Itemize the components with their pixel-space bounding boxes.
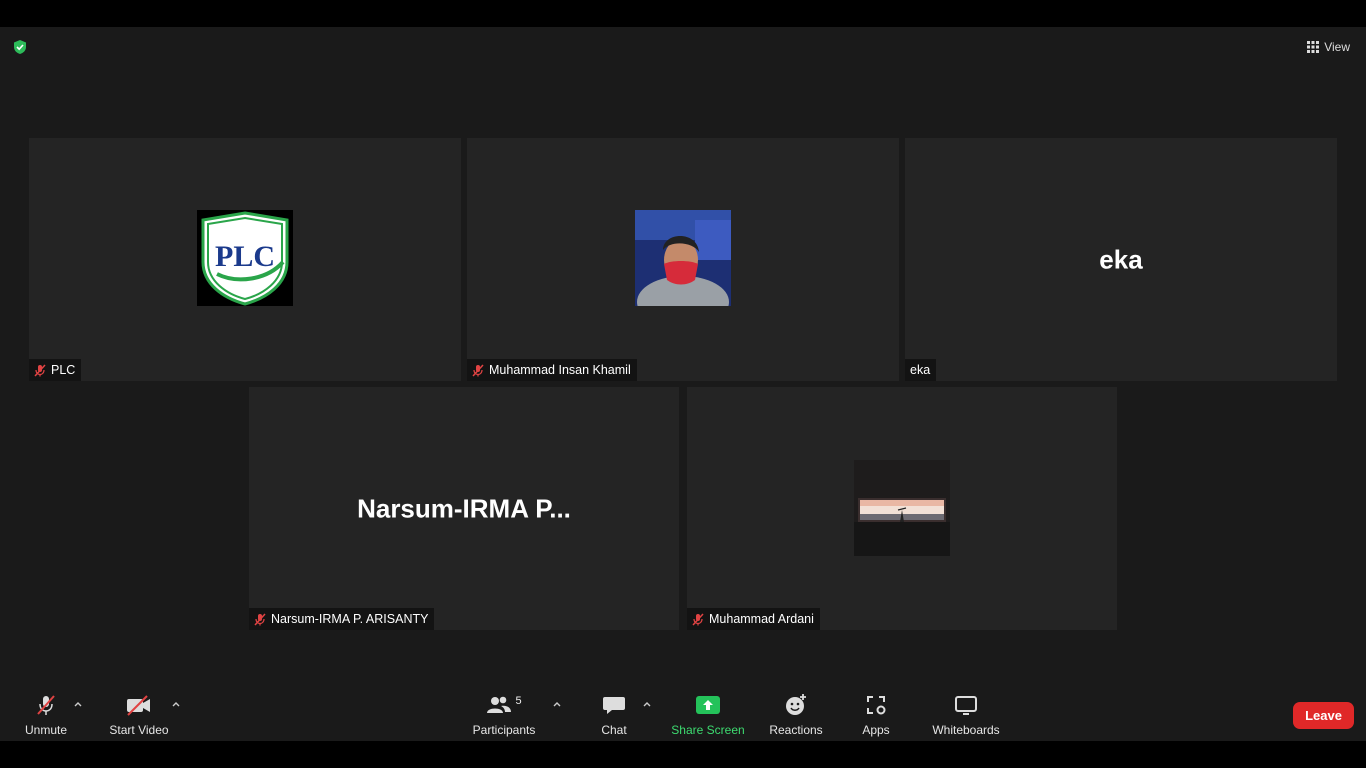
chat-options-caret-icon[interactable] [641, 697, 653, 709]
video-options-caret-icon[interactable] [170, 697, 182, 709]
start-video-button[interactable]: Start Video [106, 683, 172, 741]
participant-big-name: Narsum-IRMA P... [357, 493, 571, 523]
participants-button[interactable]: 5 Participants [470, 683, 538, 741]
view-button[interactable]: View [1301, 36, 1356, 58]
emoji-plus-icon [784, 689, 808, 721]
mic-muted-icon [34, 689, 58, 721]
svg-text:PLC: PLC [215, 240, 275, 273]
share-screen-icon [695, 689, 721, 721]
audio-options-caret-icon[interactable] [72, 697, 84, 709]
video-tile-ardani[interactable]: Muhammad Ardani [687, 387, 1117, 630]
video-tile-eka[interactable]: eka eka [905, 138, 1337, 381]
video-off-icon [125, 689, 153, 721]
video-tile-narsum-irma[interactable]: Narsum-IRMA P... Narsum-IRMA P. ARISANTY [249, 387, 679, 630]
mic-muted-icon [692, 612, 704, 626]
apps-icon [865, 689, 887, 721]
profile-photo-avatar [635, 210, 731, 328]
people-icon [487, 696, 512, 713]
participants-options-caret-icon[interactable] [551, 697, 563, 709]
view-label: View [1324, 40, 1350, 54]
participant-name-label: eka [905, 359, 937, 381]
participant-name-label: PLC [29, 359, 82, 381]
chat-button[interactable]: Chat [594, 683, 634, 741]
grid-icon [1307, 41, 1320, 53]
shield-icon[interactable] [12, 39, 28, 55]
profile-photo-avatar [854, 460, 950, 556]
video-tile-insan-khamil[interactable]: Muhammad Insan Khamil [467, 138, 899, 381]
unmute-button[interactable]: Unmute [20, 683, 72, 741]
participant-name-label: Muhammad Ardani [687, 608, 820, 630]
chat-bubble-icon [602, 689, 626, 721]
share-screen-button[interactable]: Share Screen [670, 683, 746, 741]
participants-icon-wrap: 5 [486, 689, 522, 721]
participant-name-label: Muhammad Insan Khamil [467, 359, 637, 381]
mic-muted-icon [34, 363, 46, 377]
window-top-letterbox [0, 0, 1366, 27]
window-bottom-letterbox [0, 741, 1366, 768]
mic-muted-icon [472, 363, 484, 377]
participant-name-label: Narsum-IRMA P. ARISANTY [249, 608, 435, 630]
video-tile-plc[interactable]: PLC PLC [29, 138, 461, 381]
whiteboards-button[interactable]: Whiteboards [928, 683, 1004, 741]
leave-button[interactable]: Leave [1293, 702, 1354, 729]
mic-muted-icon [254, 612, 266, 626]
reactions-button[interactable]: Reactions [766, 683, 826, 741]
meeting-toolbar: Unmute Start Video 5 Participants Chat S… [0, 683, 1366, 741]
participant-big-name: eka [1099, 244, 1143, 274]
participants-count: 5 [515, 695, 522, 707]
whiteboard-icon [954, 689, 978, 721]
plc-logo-avatar: PLC [197, 210, 293, 306]
apps-button[interactable]: Apps [856, 683, 896, 741]
